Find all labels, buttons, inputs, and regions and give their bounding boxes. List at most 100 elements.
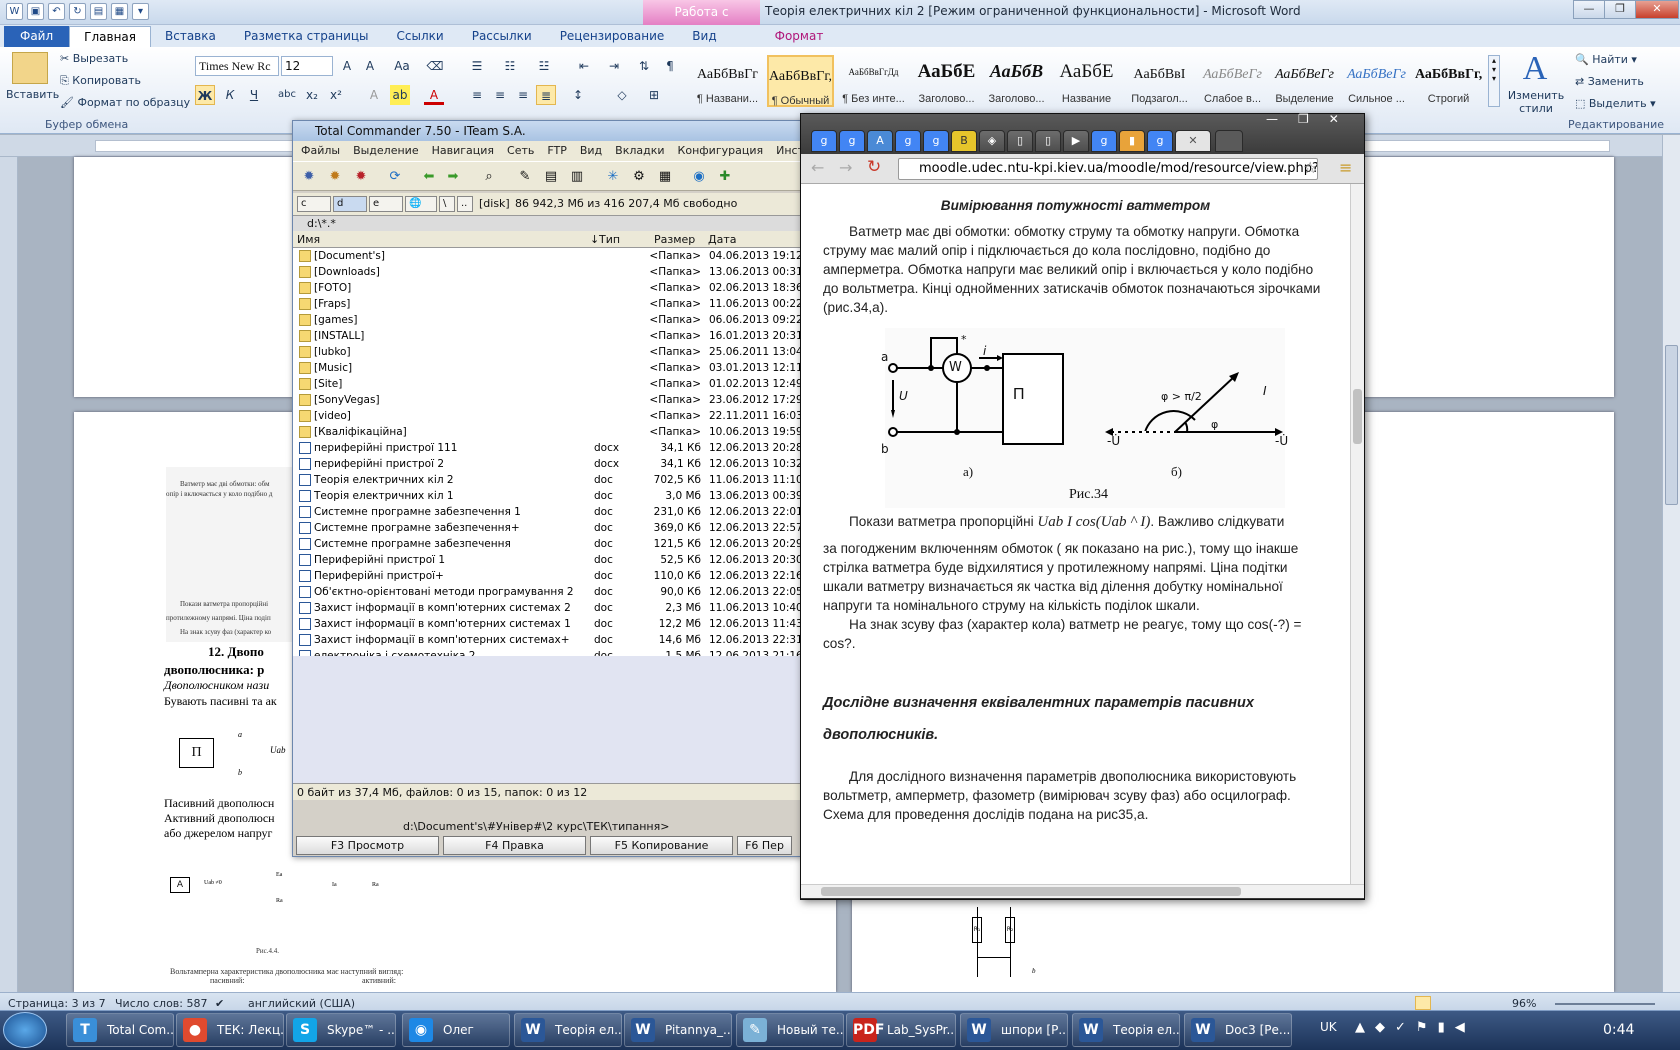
underline-icon[interactable]: Ч (244, 85, 264, 105)
style-subtle-emphasis[interactable]: АаБбВеГг Слабое в... (1199, 55, 1266, 107)
taskbar-item[interactable]: T Total Com... (66, 1013, 174, 1047)
tc-menu-item[interactable]: FTP (547, 141, 567, 161)
back-icon[interactable]: ← (811, 158, 824, 177)
borders-icon[interactable]: ⊞ (644, 85, 664, 105)
status-zoom[interactable]: 96% (1512, 997, 1536, 1010)
tray-icon[interactable]: ▲ (1355, 1020, 1375, 1035)
table-row[interactable]: Системне програмне забезпечення+ doc 369,0… (293, 520, 803, 536)
search-icon[interactable]: ⌕ (481, 169, 497, 185)
col-date[interactable]: Дата (708, 231, 736, 248)
paste-button[interactable]: Вставить (6, 88, 59, 101)
save-icon[interactable]: ▣ (27, 3, 44, 20)
table-row[interactable]: Захист інформації в комп'ютерних система… (293, 632, 803, 648)
table-row[interactable]: Периферійні пристрої+ doc 110,0 Кб 12.06.20… (293, 568, 803, 584)
drive-d-button[interactable]: d (333, 196, 367, 212)
table-row[interactable]: [Downloads] <Папка> 13.06.2013 00:31 (293, 264, 803, 280)
pack-icon[interactable]: ▤ (543, 169, 559, 185)
close-icon[interactable]: ✕ (1635, 0, 1679, 19)
tab-file[interactable]: Файл (4, 26, 70, 47)
f5-copy-button[interactable]: F5 Копирование (590, 836, 733, 855)
find-button[interactable]: 🔍 Найти ▾ (1575, 53, 1637, 66)
tray-icon[interactable]: ⚑ (1416, 1020, 1438, 1035)
f6-move-button[interactable]: F6 Пер (737, 836, 792, 855)
taskbar-item[interactable]: PDF Lab_SysPr... (846, 1013, 956, 1047)
zoom-slider[interactable] (1555, 1003, 1655, 1005)
taskbar-item[interactable]: ✎ Новый те... (736, 1013, 844, 1047)
subscript-icon[interactable]: x₂ (302, 85, 322, 105)
translate-tab-icon[interactable]: A (867, 130, 893, 152)
table-row[interactable]: [INSTALL] <Папка> 16.01.2013 20:31 (293, 328, 803, 344)
shading-icon[interactable]: ◇ (612, 85, 632, 105)
justify-icon[interactable]: ≣ (536, 85, 556, 105)
f3-view-button[interactable]: F3 Просмотр (296, 836, 439, 855)
rename-icon[interactable]: ✎ (517, 169, 533, 185)
table-row[interactable]: периферійні пристрої 2 docx 34,1 Кб 12.06.2… (293, 456, 803, 472)
root-button[interactable]: \ (439, 196, 455, 212)
status-words[interactable]: Число слов: 587 (115, 997, 208, 1010)
status-page[interactable]: Страница: 3 из 7 (8, 997, 106, 1010)
align-left-icon[interactable]: ≡ (467, 85, 487, 105)
taskbar-item[interactable]: ● ТЕК: Лекц... (176, 1013, 284, 1047)
restore-icon[interactable]: ❐ (1298, 112, 1329, 126)
unpack-icon[interactable]: ▥ (569, 169, 585, 185)
volume-icon[interactable]: ◀ (1455, 1020, 1475, 1035)
tray-icon[interactable]: ✓ (1395, 1020, 1416, 1035)
google-tab-icon[interactable]: g (811, 130, 837, 152)
chart-tab-icon[interactable]: ▮ (1119, 130, 1145, 152)
table-row[interactable]: [SonyVegas] <Папка> 23.06.2012 17:29 (293, 392, 803, 408)
video-tab-icon[interactable]: ▶ (1063, 130, 1089, 152)
tab-insert[interactable]: Вставка (151, 26, 230, 47)
replace-button[interactable]: ⇄ Заменить (1575, 75, 1644, 88)
scroll-thumb[interactable] (1665, 345, 1678, 505)
up-button[interactable]: .. (457, 196, 473, 212)
network-icon[interactable]: ✚ (717, 169, 733, 185)
clear-format-icon[interactable]: ⌫ (425, 56, 445, 76)
print-layout-icon[interactable] (1415, 996, 1431, 1010)
sort-icon[interactable]: ⇅ (634, 56, 654, 76)
line-spacing-icon[interactable]: ↕ (568, 85, 588, 105)
taskbar-item[interactable]: W Pitannya_... (624, 1013, 732, 1047)
table-row[interactable]: периферійні пристрої 111 docx 34,1 Кб 12.06… (293, 440, 803, 456)
tab-mailings[interactable]: Рассылки (458, 26, 546, 47)
google-tab-icon[interactable]: g (1091, 130, 1117, 152)
tc-file-list[interactable]: [Document's] <Папка> 04.06.2013 19:12 [Down… (293, 248, 803, 678)
tab-format[interactable]: Формат (761, 26, 838, 47)
print-preview-icon[interactable]: ▤ (90, 3, 107, 20)
word-vertical-scrollbar[interactable] (1662, 135, 1680, 992)
taskbar-item[interactable]: ◉ Олег (402, 1013, 510, 1047)
bullets-icon[interactable]: ☰ (467, 56, 487, 76)
b-tab-icon[interactable]: B (951, 130, 977, 152)
font-color-icon[interactable]: A (424, 85, 444, 105)
undo-icon[interactable]: ↶ (48, 3, 65, 20)
style-title[interactable]: АаБбВвГг ¶ Названи... (694, 55, 761, 107)
table-row[interactable]: [Кваліфікаційна] <Папка> 10.06.2013 19:59 (293, 424, 803, 440)
highlight-icon[interactable]: ab (390, 85, 410, 105)
minimize-icon[interactable]: — (1266, 112, 1298, 126)
table-row[interactable]: Захист інформації в комп'ютерних система… (293, 600, 803, 616)
table-row[interactable]: Теорія електричних кіл 2 doc 702,5 Кб 11.06… (293, 472, 803, 488)
table-icon[interactable]: ▦ (111, 3, 128, 20)
star-icon[interactable]: ☆ (1303, 158, 1317, 177)
moodle-tab-icon[interactable]: ◈ (979, 130, 1005, 152)
format-painter-button[interactable]: 🖌 Формат по образцу (60, 96, 190, 109)
menu-icon[interactable]: ≡ (1339, 158, 1352, 177)
chrome-vertical-scrollbar[interactable] (1350, 184, 1364, 884)
style-normal[interactable]: АаБбВвГг, ¶ Обычный (767, 55, 834, 107)
shrink-font-icon[interactable]: A (360, 56, 380, 76)
table-row[interactable]: [Fraps] <Папка> 11.06.2013 00:22 (293, 296, 803, 312)
document-tab-icon[interactable]: ▯ (1007, 130, 1033, 152)
style-emphasis[interactable]: АаБбВеГг Выделение (1271, 55, 1338, 107)
style-heading1[interactable]: АаБбЕ Заголово... (913, 55, 980, 107)
copy-button[interactable]: ⎘ Копировать (60, 74, 141, 88)
ftp-icon[interactable]: ⚙ (631, 169, 647, 185)
tc-menu-item[interactable]: Конфигурация (678, 141, 764, 161)
font-name-select[interactable]: Times New Rc (195, 56, 279, 76)
google-tab-icon[interactable]: g (839, 130, 865, 152)
style-heading2[interactable]: АаБбВ Заголово... (983, 55, 1050, 107)
scroll-thumb[interactable] (1353, 389, 1362, 444)
table-row[interactable]: Системне програмне забезпечення doc 121,5 … (293, 536, 803, 552)
table-row[interactable]: [FOTO] <Папка> 02.06.2013 18:36 (293, 280, 803, 296)
tc-menu-item[interactable]: Выделение (353, 141, 419, 161)
bold-icon[interactable]: Ж (195, 85, 215, 105)
multilevel-icon[interactable]: ☳ (534, 56, 554, 76)
